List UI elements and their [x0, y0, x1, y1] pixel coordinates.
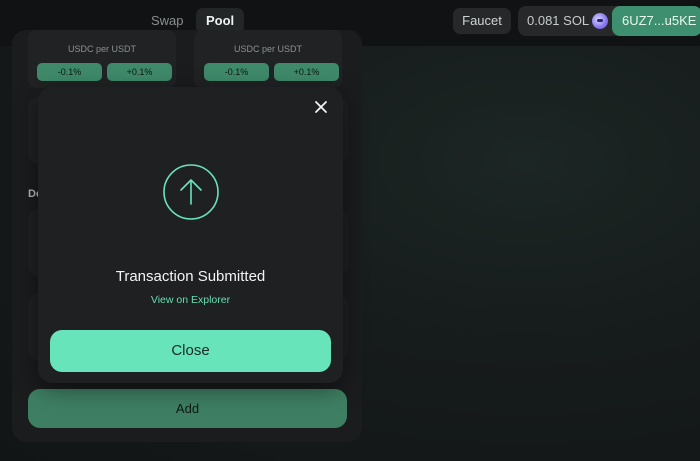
close-button[interactable]: Close: [50, 330, 331, 372]
modal-title: Transaction Submitted: [115, 268, 266, 285]
transaction-modal: Transaction Submitted View on Explorer C…: [38, 87, 343, 383]
view-on-explorer-link[interactable]: View on Explorer: [38, 294, 343, 306]
price-range-min-card: USDC per USDT -0.1% +0.1%: [28, 30, 176, 88]
add-liquidity-button[interactable]: Add: [28, 389, 347, 428]
arrow-up-circle-icon: [163, 164, 219, 220]
pair-label: USDC per USDT: [233, 44, 302, 54]
faucet-button[interactable]: Faucet: [453, 8, 511, 34]
balance-text: 0.081 SOL: [527, 13, 590, 28]
sol-token-icon: [592, 13, 608, 29]
wallet-address-button[interactable]: 6UZ7...u5KE: [612, 6, 700, 36]
decrease-price-button[interactable]: -0.1%: [37, 63, 102, 81]
increase-price-button[interactable]: +0.1%: [274, 63, 339, 81]
decrease-price-button[interactable]: -0.1%: [204, 63, 269, 81]
increase-price-button[interactable]: +0.1%: [107, 63, 172, 81]
close-icon[interactable]: [313, 99, 329, 115]
pair-label: USDC per USDT: [67, 44, 136, 54]
price-range-max-card: USDC per USDT -0.1% +0.1%: [194, 30, 342, 88]
